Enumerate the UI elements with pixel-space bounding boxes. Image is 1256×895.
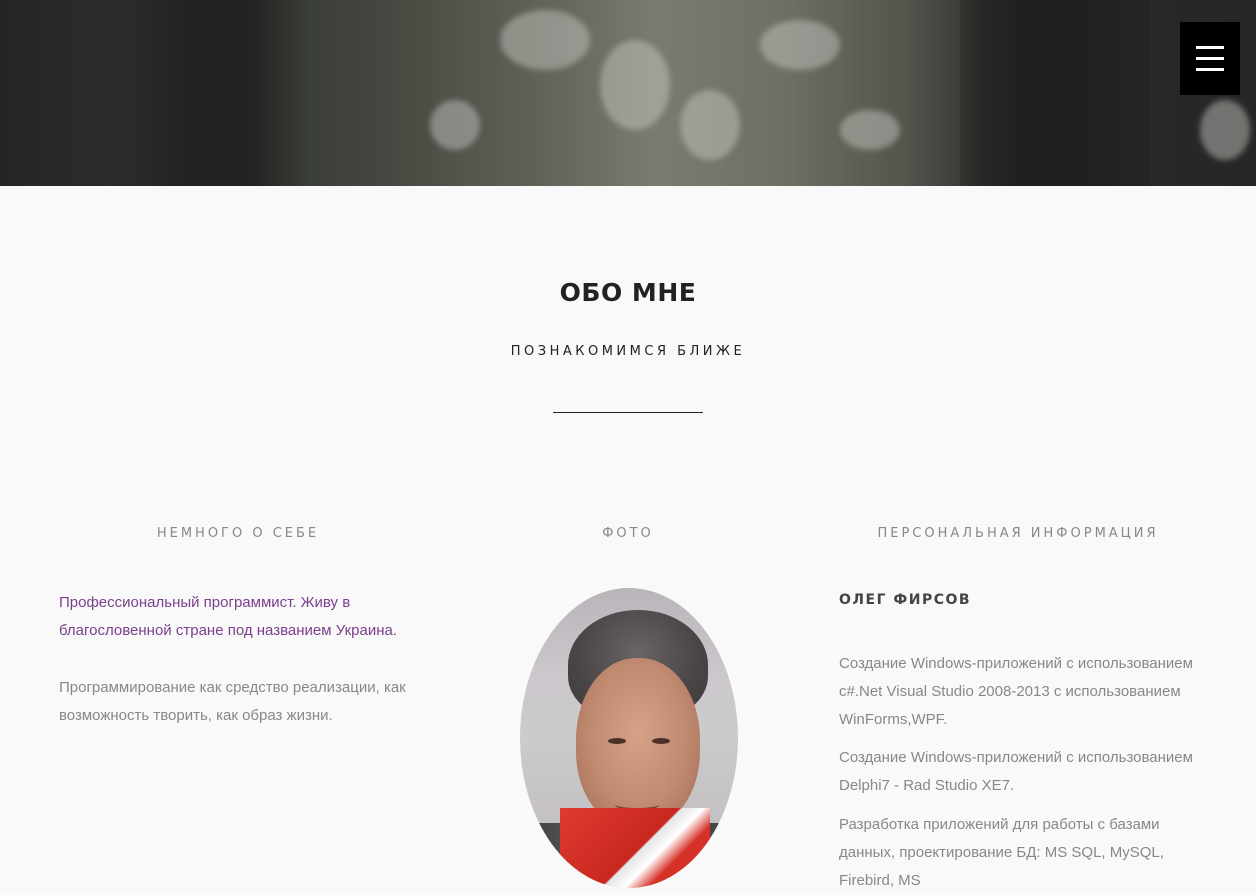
photo-eye [652,738,670,744]
section-title: ОБО МНЕ [559,278,697,307]
personal-info-paragraph: Разработка приложений для работы с базам… [839,816,1164,889]
hamburger-menu-icon-bar [1196,68,1224,71]
hero-overlay [0,0,1256,186]
personal-info-heading: ПЕРСОНАЛЬНАЯ ИНФОРМАЦИЯ [877,526,1159,541]
profile-photo [520,588,738,888]
section-subtitle: ПОЗНАКОМИМСЯ БЛИЖЕ [510,344,746,359]
photo-heading: ФОТО [602,526,654,541]
photo-eye [608,738,626,744]
hero-banner [0,0,1256,186]
hamburger-menu-icon-bar [1196,46,1224,49]
about-self-heading: НЕМНОГО О СЕБЕ [156,526,320,541]
about-self-lead-text: Профессиональный программист. Живу в бла… [59,594,397,639]
person-name: ОЛЕГ ФИРСОВ [839,592,972,608]
section-divider [553,412,703,413]
about-self-body-text: Программирование как средство реализации… [59,679,406,724]
personal-info-paragraph: Создание Windows-приложений с использова… [839,655,1193,728]
hamburger-menu-button[interactable] [1180,22,1240,95]
personal-info-paragraph: Создание Windows-приложений с использова… [839,749,1193,794]
photo-scarf [560,808,710,888]
hamburger-menu-icon-bar [1196,57,1224,60]
